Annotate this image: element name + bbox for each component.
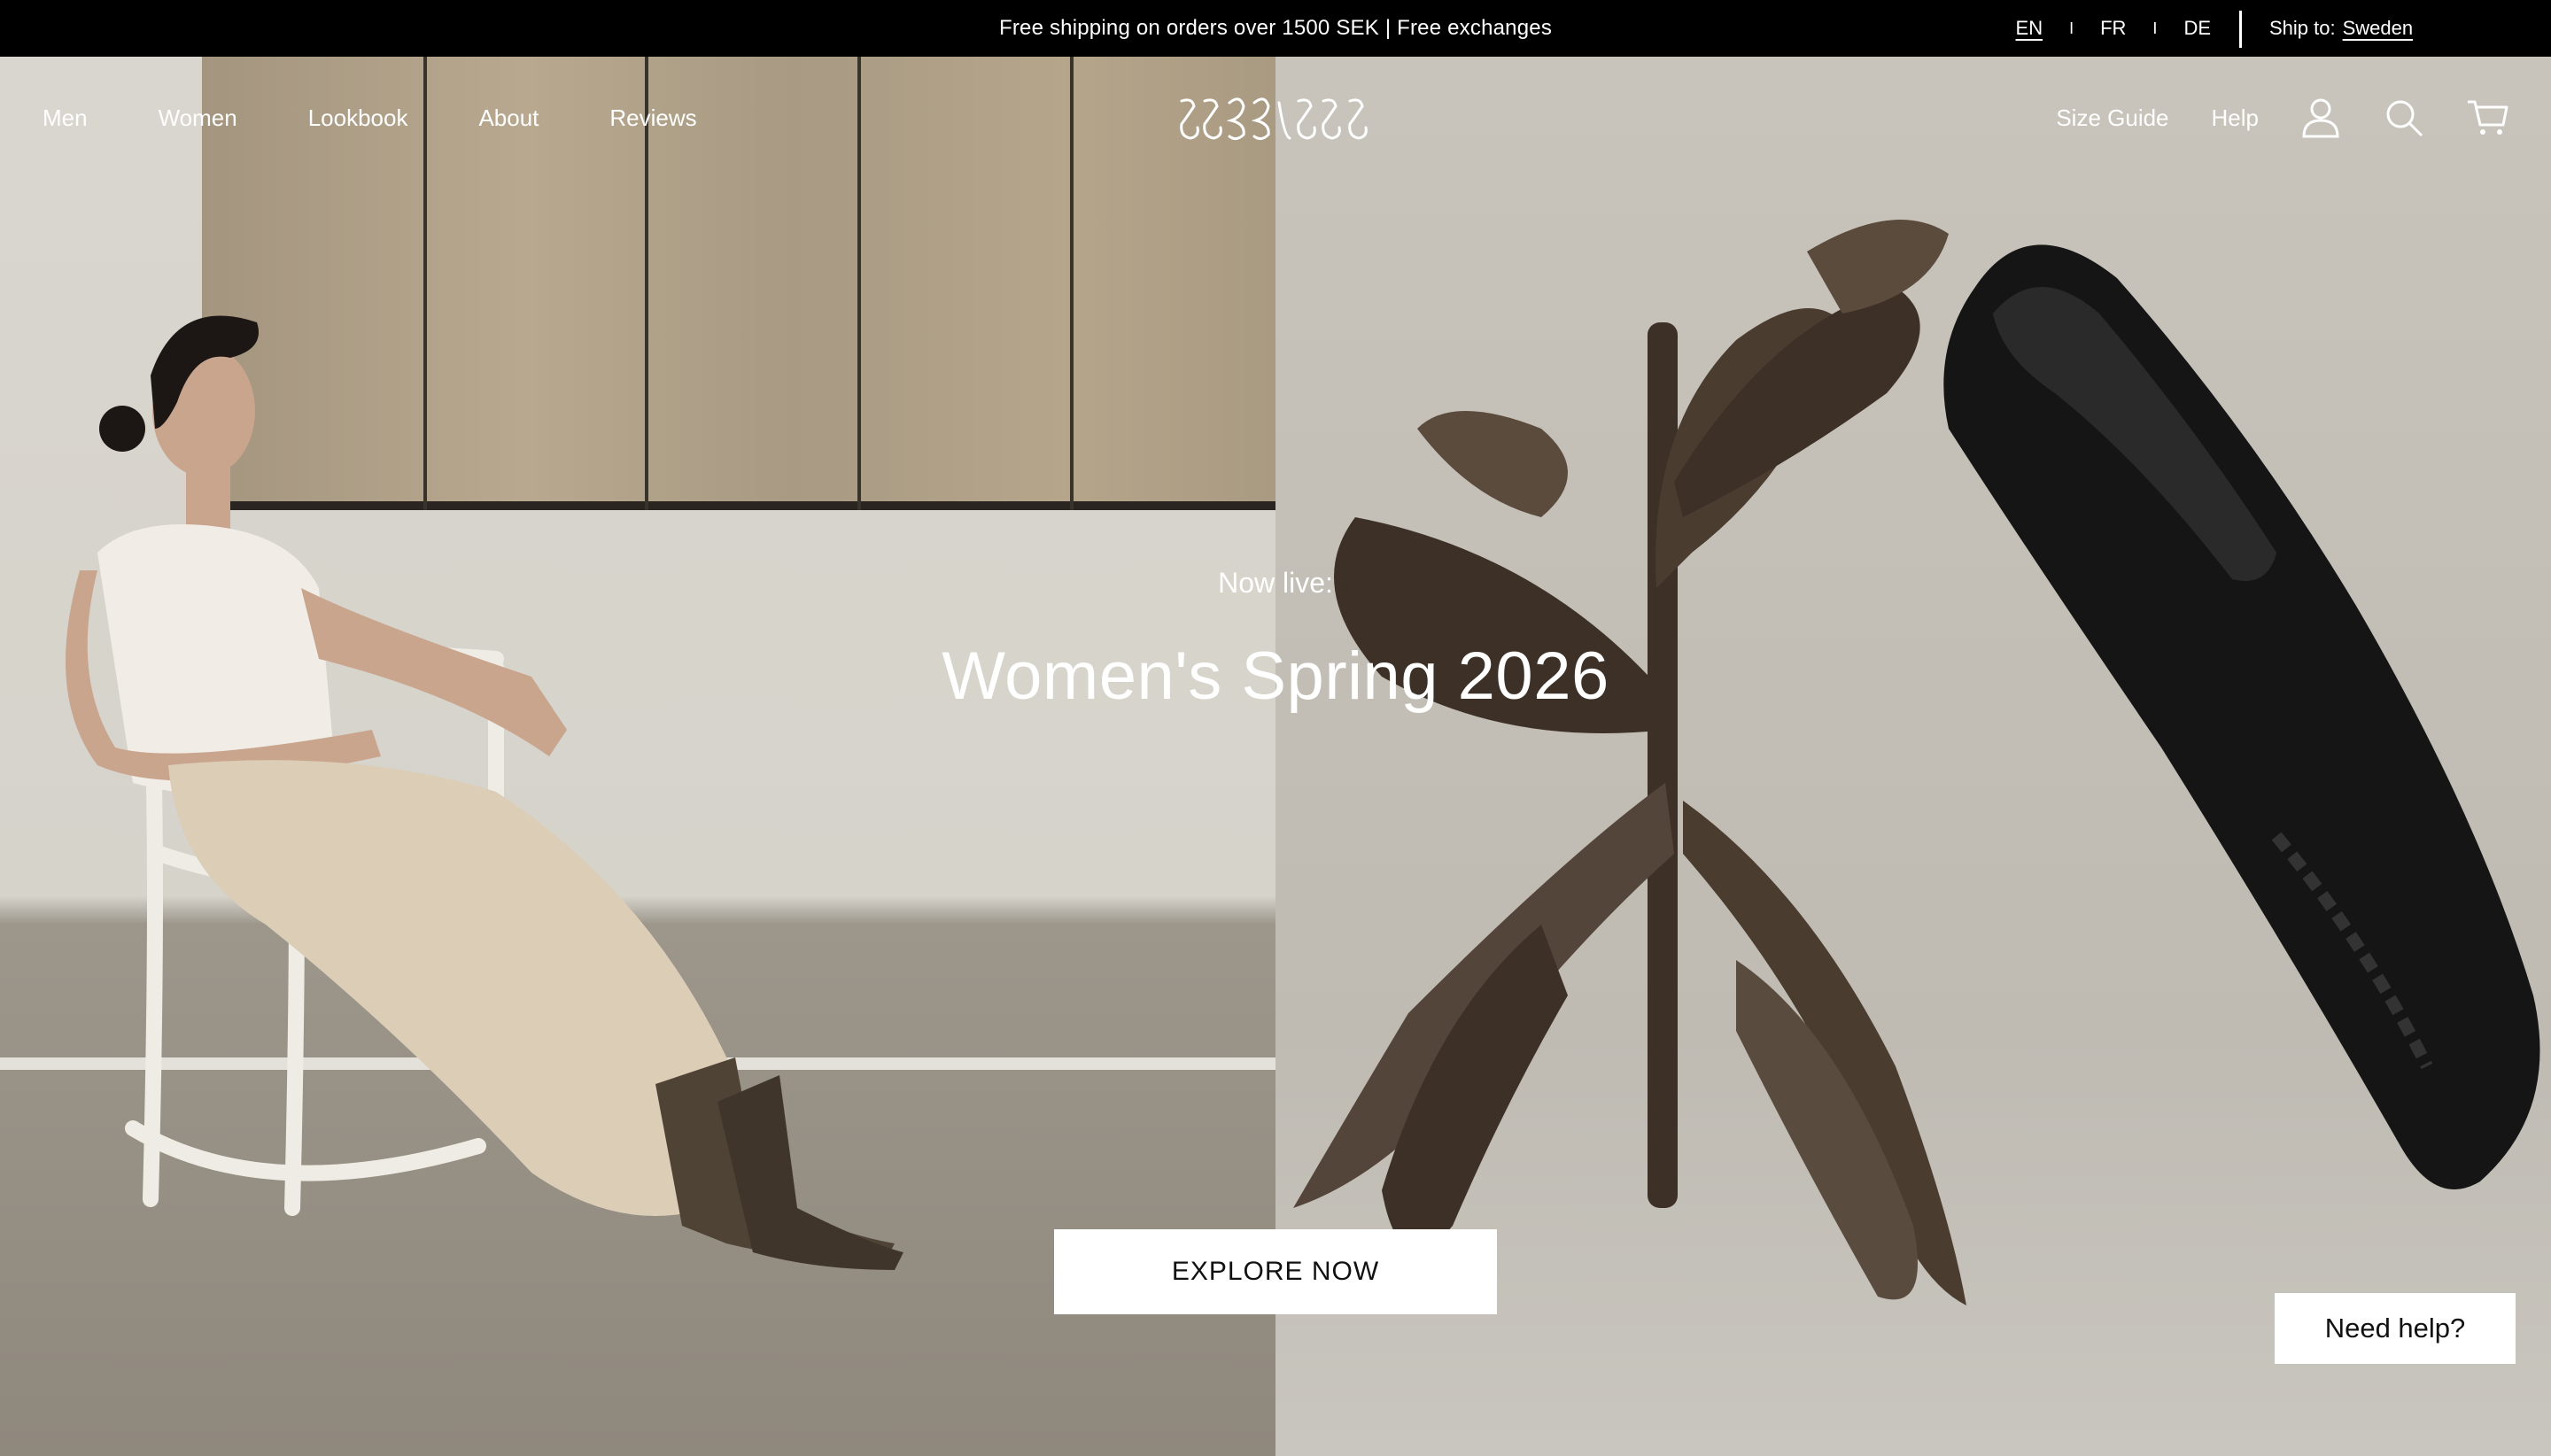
- nav-left: Men Women Lookbook About Reviews: [43, 57, 768, 179]
- nav-link-men[interactable]: Men: [43, 105, 88, 132]
- nav-link-size-guide[interactable]: Size Guide: [2056, 105, 2168, 132]
- explore-now-button[interactable]: EXPLORE NOW: [1054, 1229, 1497, 1314]
- nav-right: Size Guide Help: [2013, 57, 2508, 179]
- nav-link-about[interactable]: About: [478, 105, 539, 132]
- account-icon[interactable]: [2299, 97, 2342, 139]
- ship-to-label: Ship to:: [2269, 17, 2336, 39]
- nav-link-lookbook[interactable]: Lookbook: [308, 105, 408, 132]
- hero-eyebrow: Now live:: [1218, 567, 1333, 599]
- language-en[interactable]: EN: [2012, 17, 2047, 40]
- hero-banner: Men Women Lookbook About Reviews Size Gu…: [0, 57, 2551, 1456]
- nav-link-reviews[interactable]: Reviews: [609, 105, 696, 132]
- ship-to-country-link[interactable]: Sweden: [2343, 17, 2414, 39]
- language-separator: I: [2069, 19, 2074, 37]
- nav-link-help[interactable]: Help: [2212, 105, 2259, 132]
- divider: [2239, 11, 2242, 48]
- nav-link-women[interactable]: Women: [159, 105, 237, 132]
- brand-logo[interactable]: [1178, 92, 1373, 145]
- main-nav: Men Women Lookbook About Reviews Size Gu…: [0, 57, 2551, 179]
- need-help-button[interactable]: Need help?: [2275, 1293, 2516, 1364]
- language-de[interactable]: DE: [2180, 17, 2214, 40]
- hero-headline: Women's Spring 2026: [942, 639, 1609, 714]
- search-icon[interactable]: [2383, 97, 2425, 139]
- cart-icon[interactable]: [2466, 97, 2508, 139]
- announcement-bar: Free shipping on orders over 1500 SEK | …: [0, 0, 2551, 57]
- language-separator: I: [2152, 19, 2158, 37]
- hero-overlay: Men Women Lookbook About Reviews Size Gu…: [0, 57, 2551, 1456]
- language-switcher: EN I FR I DE: [2012, 0, 2214, 57]
- ship-to: Ship to: Sweden: [2269, 0, 2413, 57]
- language-fr[interactable]: FR: [2097, 17, 2129, 40]
